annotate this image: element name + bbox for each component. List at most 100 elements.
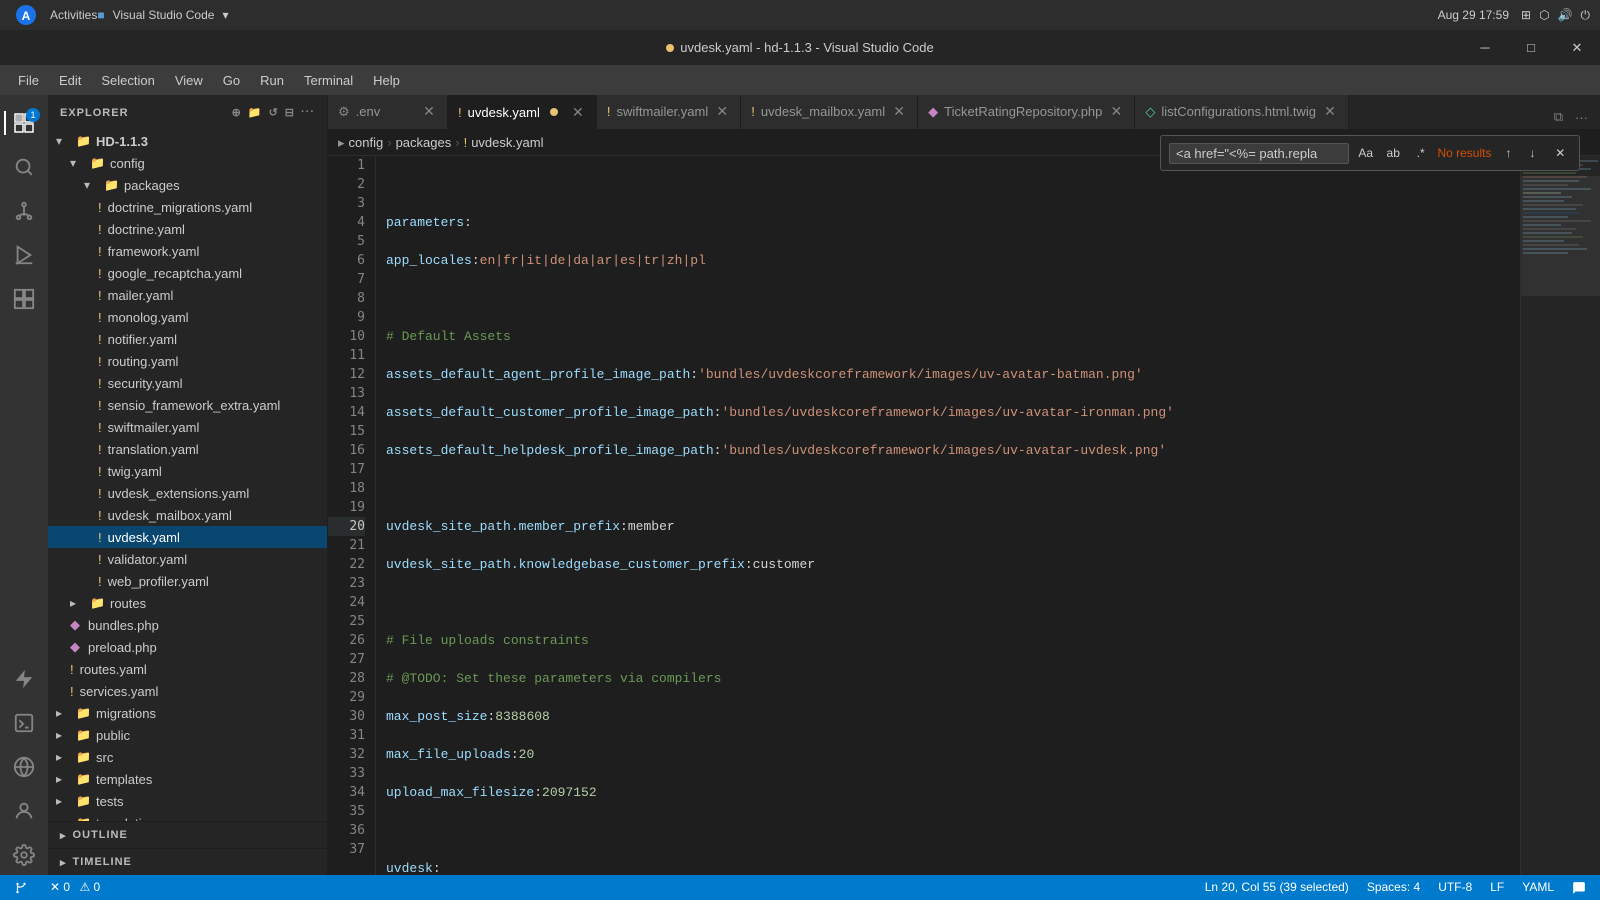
more-tabs-icon[interactable]: ··· [1571,106,1592,129]
new-file-icon[interactable]: ⊕ [232,106,242,119]
file-services[interactable]: ! services.yaml [48,680,327,702]
file-uvdesk-mailbox[interactable]: ! uvdesk_mailbox.yaml [48,504,327,526]
maximize-button[interactable]: □ [1508,30,1554,65]
breadcrumb-packages[interactable]: packages [396,135,452,150]
extensions-icon[interactable] [4,279,44,319]
timeline-header[interactable]: ▸ TIMELINE [48,849,327,875]
grid-icon[interactable]: ⊞ [1521,8,1531,23]
tab-close-uvdesk[interactable]: ✕ [570,104,586,120]
git-branch-item[interactable] [10,880,36,895]
errors-item[interactable]: ✕ 0 ⚠ 0 [46,880,104,894]
line-ending-item[interactable]: LF [1486,880,1508,894]
volume-icon[interactable]: 🔊 [1558,8,1573,23]
encoding-item[interactable]: UTF-8 [1434,880,1476,894]
menu-view[interactable]: View [167,69,211,92]
tab-close-mailbox[interactable]: ✕ [891,104,907,120]
tab-close-swift[interactable]: ✕ [714,104,730,120]
file-notifier[interactable]: ! notifier.yaml [48,328,327,350]
file-swiftmailer[interactable]: ! swiftmailer.yaml [48,416,327,438]
dropdown-arrow[interactable]: ▾ [222,8,228,22]
file-validator[interactable]: ! validator.yaml [48,548,327,570]
new-folder-icon[interactable]: 📁 [248,106,263,119]
config-folder[interactable]: ▾ 📁 config [48,152,327,174]
folder-src[interactable]: ▸ 📁 src [48,746,327,768]
file-routing[interactable]: ! routing.yaml [48,350,327,372]
find-next-btn[interactable]: ↓ [1521,142,1543,164]
tab-ticketrating[interactable]: ◆ TicketRatingRepository.php ✕ [918,95,1135,129]
lightning-icon[interactable] [4,659,44,699]
file-uvdesk-extensions[interactable]: ! uvdesk_extensions.yaml [48,482,327,504]
file-bundles[interactable]: ◆ bundles.php [48,614,327,636]
menu-edit[interactable]: Edit [51,69,89,92]
tab-uvdesk-mailbox[interactable]: ! uvdesk_mailbox.yaml ✕ [741,95,918,129]
more-icon[interactable]: ··· [301,106,315,119]
file-uvdesk[interactable]: ! uvdesk.yaml [48,526,327,548]
file-routes-yaml[interactable]: ! routes.yaml [48,658,327,680]
position-item[interactable]: Ln 20, Col 55 (39 selected) [1201,880,1353,894]
menu-file[interactable]: File [10,69,47,92]
outline-header[interactable]: ▸ OUTLINE [48,822,327,848]
case-sensitive-btn[interactable]: Aa [1355,142,1376,164]
menu-run[interactable]: Run [252,69,292,92]
folder-templates[interactable]: ▸ 📁 templates [48,768,327,790]
feedback-item[interactable] [1568,880,1590,895]
search-icon[interactable] [4,147,44,187]
network-icon[interactable]: ⬡ [1539,8,1549,23]
file-doctrine-migrations[interactable]: ! doctrine_migrations.yaml [48,196,327,218]
file-sensio[interactable]: ! sensio_framework_extra.yaml [48,394,327,416]
tab-close-ticket[interactable]: ✕ [1108,104,1124,120]
menu-help[interactable]: Help [365,69,408,92]
minimize-button[interactable]: ─ [1462,30,1508,65]
find-prev-btn[interactable]: ↑ [1497,142,1519,164]
file-security[interactable]: ! security.yaml [48,372,327,394]
regex-btn[interactable]: .* [1410,142,1431,164]
tab-swiftmailer[interactable]: ! swiftmailer.yaml ✕ [597,95,741,129]
code-content[interactable]: parameters: app_locales: en|fr|it|de|da|… [376,156,1520,875]
menu-selection[interactable]: Selection [93,69,162,92]
language-item[interactable]: YAML [1518,880,1558,894]
settings-icon[interactable] [4,835,44,875]
refresh-icon[interactable]: ↺ [269,106,279,119]
whole-word-btn[interactable]: ab [1382,142,1403,164]
breadcrumb-config[interactable]: config [349,135,384,150]
root-folder[interactable]: ▾ 📁 HD-1.1.3 [48,130,327,152]
power-icon[interactable]: ⏻ [1581,8,1591,23]
remote-icon[interactable] [4,747,44,787]
menu-go[interactable]: Go [215,69,248,92]
packages-folder[interactable]: ▾ 📁 packages [48,174,327,196]
tab-uvdesk-yaml[interactable]: ! uvdesk.yaml ✕ [448,95,597,129]
folder-translations[interactable]: ▸ 📁 translations [48,812,327,821]
close-button[interactable]: ✕ [1554,30,1600,65]
file-web-profiler[interactable]: ! web_profiler.yaml [48,570,327,592]
folder-migrations[interactable]: ▸ 📁 migrations [48,702,327,724]
breadcrumb-expand-icon[interactable]: ▸ [338,135,345,151]
split-editor-icon[interactable]: ⧉ [1550,105,1567,129]
spaces-item[interactable]: Spaces: 4 [1363,880,1424,894]
file-doctrine[interactable]: ! doctrine.yaml [48,218,327,240]
tab-listconfigs[interactable]: ◇ listConfigurations.html.twig ✕ [1135,95,1349,129]
file-google-recaptcha[interactable]: ! google_recaptcha.yaml [48,262,327,284]
tab-close-env[interactable]: ✕ [421,104,437,120]
file-twig[interactable]: ! twig.yaml [48,460,327,482]
tab-close-list[interactable]: ✕ [1322,104,1338,120]
folder-tests[interactable]: ▸ 📁 tests [48,790,327,812]
run-debug-icon[interactable] [4,235,44,275]
file-translation[interactable]: ! translation.yaml [48,438,327,460]
outline-chevron: ▸ [60,829,67,842]
find-input[interactable] [1169,143,1349,164]
account-icon[interactable] [4,791,44,831]
breadcrumb-file[interactable]: uvdesk.yaml [471,135,543,150]
collapse-icon[interactable]: ⊟ [285,106,295,119]
folder-routes[interactable]: ▸ 📁 routes [48,592,327,614]
explorer-icon[interactable]: 1 [4,103,44,143]
terminal-icon[interactable] [4,703,44,743]
tab-env[interactable]: ⚙ .env ✕ [328,95,448,129]
file-monolog[interactable]: ! monolog.yaml [48,306,327,328]
file-framework[interactable]: ! framework.yaml [48,240,327,262]
file-mailer[interactable]: ! mailer.yaml [48,284,327,306]
folder-public[interactable]: ▸ 📁 public [48,724,327,746]
source-control-icon[interactable] [4,191,44,231]
file-preload[interactable]: ◆ preload.php [48,636,327,658]
find-close-btn[interactable]: ✕ [1549,142,1570,164]
menu-terminal[interactable]: Terminal [296,69,361,92]
